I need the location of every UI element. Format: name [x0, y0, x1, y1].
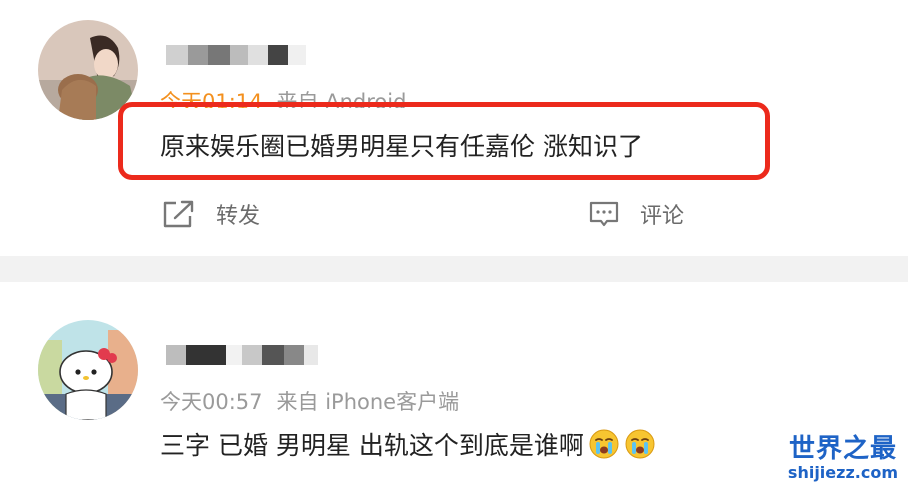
comment-source: 来自 Android [276, 90, 407, 108]
avatar[interactable] [38, 20, 138, 120]
share-icon [163, 200, 194, 228]
comment-time: 今天00:57 [160, 390, 263, 414]
crying-emoji-icon [589, 429, 619, 459]
comment-meta: 今天00:57 来自 iPhone客户端 [160, 386, 459, 416]
comment-time: 今天01:14 [160, 90, 263, 108]
comment-text: 原来娱乐圈已婚男明星只有任嘉伦 涨知识了 [160, 132, 643, 161]
comment-button[interactable]: 评论 [588, 198, 684, 230]
comment-icon [589, 201, 619, 227]
repost-button[interactable]: 转发 [162, 198, 260, 230]
comment-source: 来自 iPhone客户端 [276, 390, 460, 414]
username-redacted [166, 45, 306, 65]
comment-meta: 今天01:14 来自 Android [160, 86, 406, 108]
watermark-url: shijiezz.com [787, 463, 898, 482]
watermark: 世界之最 shijiezz.com [788, 434, 898, 482]
comment-text-body: 三字 已婚 男明星 出轨这个到底是谁啊 [160, 431, 584, 460]
comment-card: 今天01:14 来自 Android 原来娱乐圈已婚男明星只有任嘉伦 涨知识了 转… [0, 0, 908, 256]
username-redacted [166, 345, 318, 365]
avatar[interactable] [38, 320, 138, 420]
repost-label: 转发 [216, 204, 261, 229]
comment-text: 三字 已婚 男明星 出轨这个到底是谁啊 [160, 426, 656, 462]
watermark-title: 世界之最 [788, 434, 897, 464]
comment-label: 评论 [640, 204, 685, 229]
crying-emoji-icon [625, 429, 655, 459]
